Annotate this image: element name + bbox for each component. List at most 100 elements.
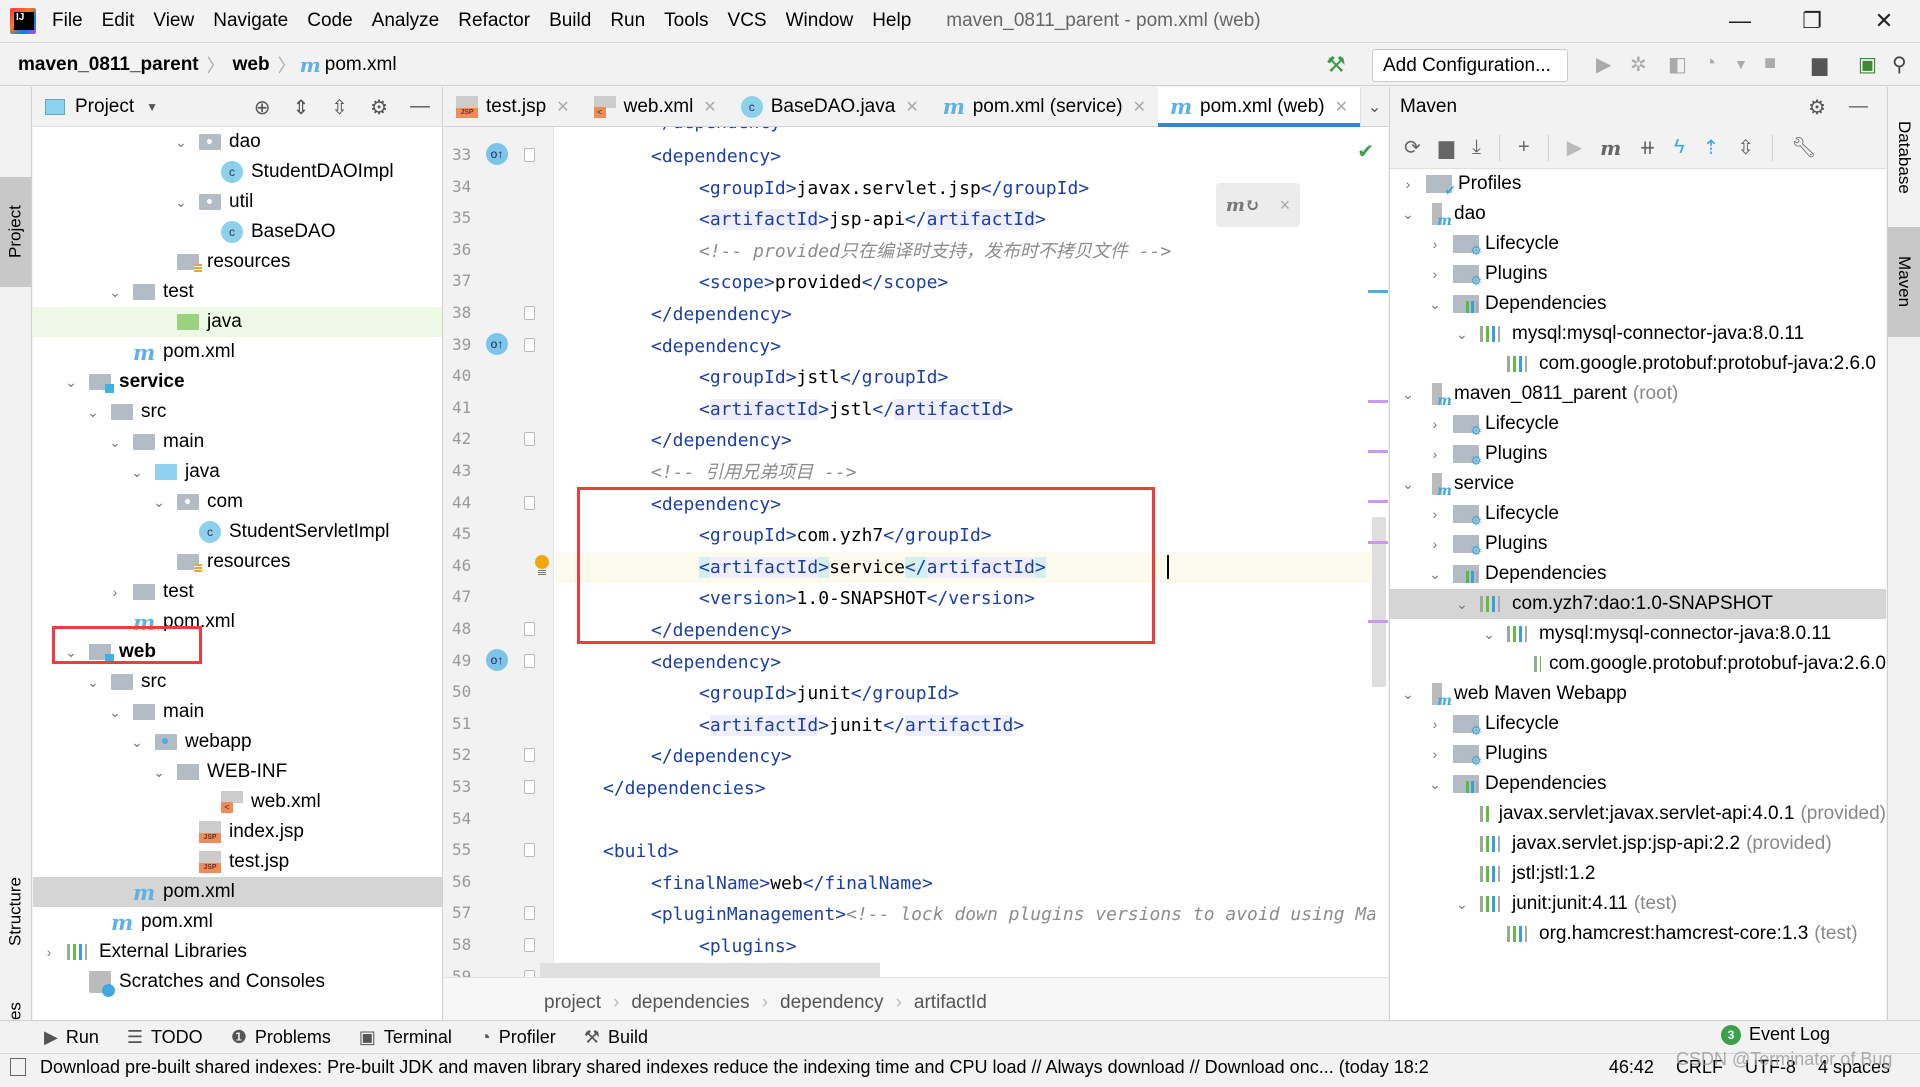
- fold-open-icon[interactable]: [524, 843, 535, 858]
- maven-tree-item[interactable]: com.google.protobuf:protobuf-java:2.6.0: [1390, 649, 1886, 679]
- tree-item[interactable]: ⌄ WEB-INF: [33, 757, 442, 787]
- maven-tree-item[interactable]: ⌄ Dependencies: [1390, 769, 1886, 799]
- chevron-down-icon[interactable]: ⌄: [1427, 296, 1443, 313]
- chevron-down-icon[interactable]: ⌄: [129, 464, 145, 481]
- tool-button-build[interactable]: ⚒ Build: [584, 1027, 648, 1048]
- maven-tree-item[interactable]: org.hamcrest:hamcrest-core:1.3 (test): [1390, 919, 1886, 949]
- chevron-down-icon[interactable]: ⌄: [1454, 596, 1470, 613]
- change-marker[interactable]: [1368, 290, 1388, 293]
- tree-item[interactable]: index.jsp: [33, 817, 442, 847]
- locate-icon[interactable]: ⊕: [254, 95, 271, 120]
- breadcrumb-file[interactable]: pom.xml: [321, 54, 401, 76]
- chevron-right-icon[interactable]: ›: [1427, 506, 1443, 522]
- collapse-all-icon[interactable]: ⇳: [331, 95, 348, 120]
- xml-breadcrumb-item[interactable]: artifactId: [914, 992, 987, 1014]
- restore-button[interactable]: ❐: [1776, 0, 1848, 43]
- tree-item[interactable]: › test: [33, 577, 442, 607]
- event-log-button[interactable]: 3 Event Log: [1720, 1024, 1830, 1045]
- tree-item[interactable]: ⌄ java: [33, 457, 442, 487]
- chevron-down-icon[interactable]: ⌄: [173, 194, 189, 211]
- chevron-down-icon[interactable]: ⌄: [107, 284, 123, 301]
- tree-item[interactable]: ⌄ dao: [33, 127, 442, 157]
- chevron-down-icon[interactable]: ⌄: [107, 704, 123, 721]
- project-structure-icon[interactable]: ▆: [1812, 52, 1827, 77]
- tree-item[interactable]: ⌄ test: [33, 277, 442, 307]
- tree-item[interactable]: › External Libraries: [33, 937, 442, 967]
- chevron-right-icon[interactable]: ›: [1427, 236, 1443, 252]
- stop-icon[interactable]: ■: [1764, 52, 1776, 75]
- chevron-down-icon[interactable]: ⌄: [1481, 626, 1497, 643]
- skip-tests-icon[interactable]: ϟ: [1674, 136, 1685, 159]
- toggle-tool-windows-icon[interactable]: [10, 1058, 26, 1076]
- tree-item[interactable]: c BaseDAO: [33, 217, 442, 247]
- chevron-down-icon[interactable]: ⌄: [1454, 896, 1470, 913]
- project-view-selector[interactable]: Project: [75, 96, 134, 118]
- maven-reload-icon[interactable]: m↻: [1226, 195, 1260, 216]
- tool-tab-maven[interactable]: Maven: [1888, 227, 1920, 337]
- menu-navigate[interactable]: Navigate: [213, 10, 288, 32]
- tree-item[interactable]: ⌄ src: [33, 397, 442, 427]
- chevron-down-icon[interactable]: ▼: [146, 100, 158, 114]
- tool-button-terminal[interactable]: ▣ Terminal: [359, 1027, 452, 1048]
- fold-close-icon[interactable]: [524, 432, 535, 447]
- tree-item[interactable]: ⌄ service: [33, 367, 442, 397]
- maven-tree-item[interactable]: javax.servlet:javax.servlet-api:4.0.1 (pr…: [1390, 799, 1886, 829]
- fold-open-icon[interactable]: [524, 906, 535, 921]
- add-icon[interactable]: +: [1518, 136, 1530, 159]
- maven-tree-item[interactable]: › Plugins: [1390, 739, 1886, 769]
- tree-item[interactable]: ⌄ util: [33, 187, 442, 217]
- search-icon[interactable]: ⚲: [1892, 52, 1907, 77]
- maven-tree-item[interactable]: ⌄ Dependencies: [1390, 559, 1886, 589]
- chevron-down-icon[interactable]: ⌄: [1427, 776, 1443, 793]
- tool-tab-project[interactable]: Project: [0, 177, 31, 287]
- tree-item[interactable]: ⌄ src: [33, 667, 442, 697]
- generate-sources-icon[interactable]: ▆: [1439, 135, 1454, 160]
- tree-item[interactable]: m pom.xml: [33, 877, 442, 907]
- close-tab-icon[interactable]: ✕: [1133, 97, 1146, 117]
- tool-button-profiler[interactable]: ◔ Profiler: [480, 1027, 556, 1048]
- chevron-down-icon[interactable]: ⌄: [1454, 326, 1470, 343]
- maven-tree-item[interactable]: › Plugins: [1390, 439, 1886, 469]
- chevron-right-icon[interactable]: ›: [41, 944, 57, 960]
- add-configuration-button[interactable]: Add Configuration...: [1372, 49, 1568, 82]
- chevron-down-icon[interactable]: ⌄: [1400, 386, 1416, 403]
- profile-dropdown-icon[interactable]: ▼: [1734, 56, 1748, 72]
- xml-breadcrumb-item[interactable]: project: [544, 992, 601, 1014]
- menu-view[interactable]: View: [153, 10, 194, 32]
- chevron-right-icon[interactable]: ›: [1427, 446, 1443, 462]
- close-tab-icon[interactable]: ✕: [905, 97, 918, 117]
- change-marker[interactable]: [1368, 541, 1388, 544]
- implemented-marker-icon[interactable]: o↑: [486, 332, 508, 355]
- close-tab-icon[interactable]: ✕: [1335, 97, 1348, 117]
- fold-open-icon[interactable]: [524, 337, 535, 352]
- fold-close-icon[interactable]: [524, 306, 535, 320]
- maven-tree-item[interactable]: › Profiles: [1390, 169, 1886, 199]
- intention-bulb-icon[interactable]: [534, 554, 550, 577]
- run-icon[interactable]: ▶: [1596, 52, 1611, 77]
- tree-item[interactable]: test.jsp: [33, 847, 442, 877]
- hide-panel-icon[interactable]: —: [410, 95, 430, 120]
- coverage-icon[interactable]: ◧: [1668, 52, 1687, 77]
- chevron-right-icon[interactable]: ›: [1427, 266, 1443, 282]
- close-tab-icon[interactable]: ✕: [556, 97, 569, 117]
- fold-close-icon[interactable]: [524, 622, 535, 636]
- tool-button-problems[interactable]: ❶ Problems: [231, 1027, 331, 1048]
- tree-item[interactable]: resources: [33, 247, 442, 277]
- maven-tree-item[interactable]: ⌄ maven_0811_parent(root): [1390, 379, 1886, 409]
- download-icon[interactable]: ⤓: [1472, 136, 1481, 159]
- maven-tree-item[interactable]: ⌄ service: [1390, 469, 1886, 499]
- chevron-down-icon[interactable]: ⌄: [151, 764, 167, 781]
- chevron-right-icon[interactable]: ›: [1427, 746, 1443, 762]
- gear-icon[interactable]: ⚙: [1808, 95, 1826, 120]
- chevron-right-icon[interactable]: ›: [1427, 536, 1443, 552]
- show-dependencies-icon[interactable]: ⇡: [1703, 135, 1720, 160]
- maven-tree-item[interactable]: › Lifecycle: [1390, 499, 1886, 529]
- maven-tree-item[interactable]: › Plugins: [1390, 259, 1886, 289]
- maven-tree-item[interactable]: ⌄ com.yzh7:dao:1.0-SNAPSHOT: [1390, 589, 1886, 619]
- hide-panel-icon[interactable]: —: [1849, 96, 1868, 118]
- menu-help[interactable]: Help: [872, 10, 911, 32]
- tree-item[interactable]: ⌄ main: [33, 697, 442, 727]
- chevron-right-icon[interactable]: ›: [107, 584, 123, 600]
- run-icon[interactable]: ▶: [1567, 135, 1582, 160]
- menu-code[interactable]: Code: [307, 10, 352, 32]
